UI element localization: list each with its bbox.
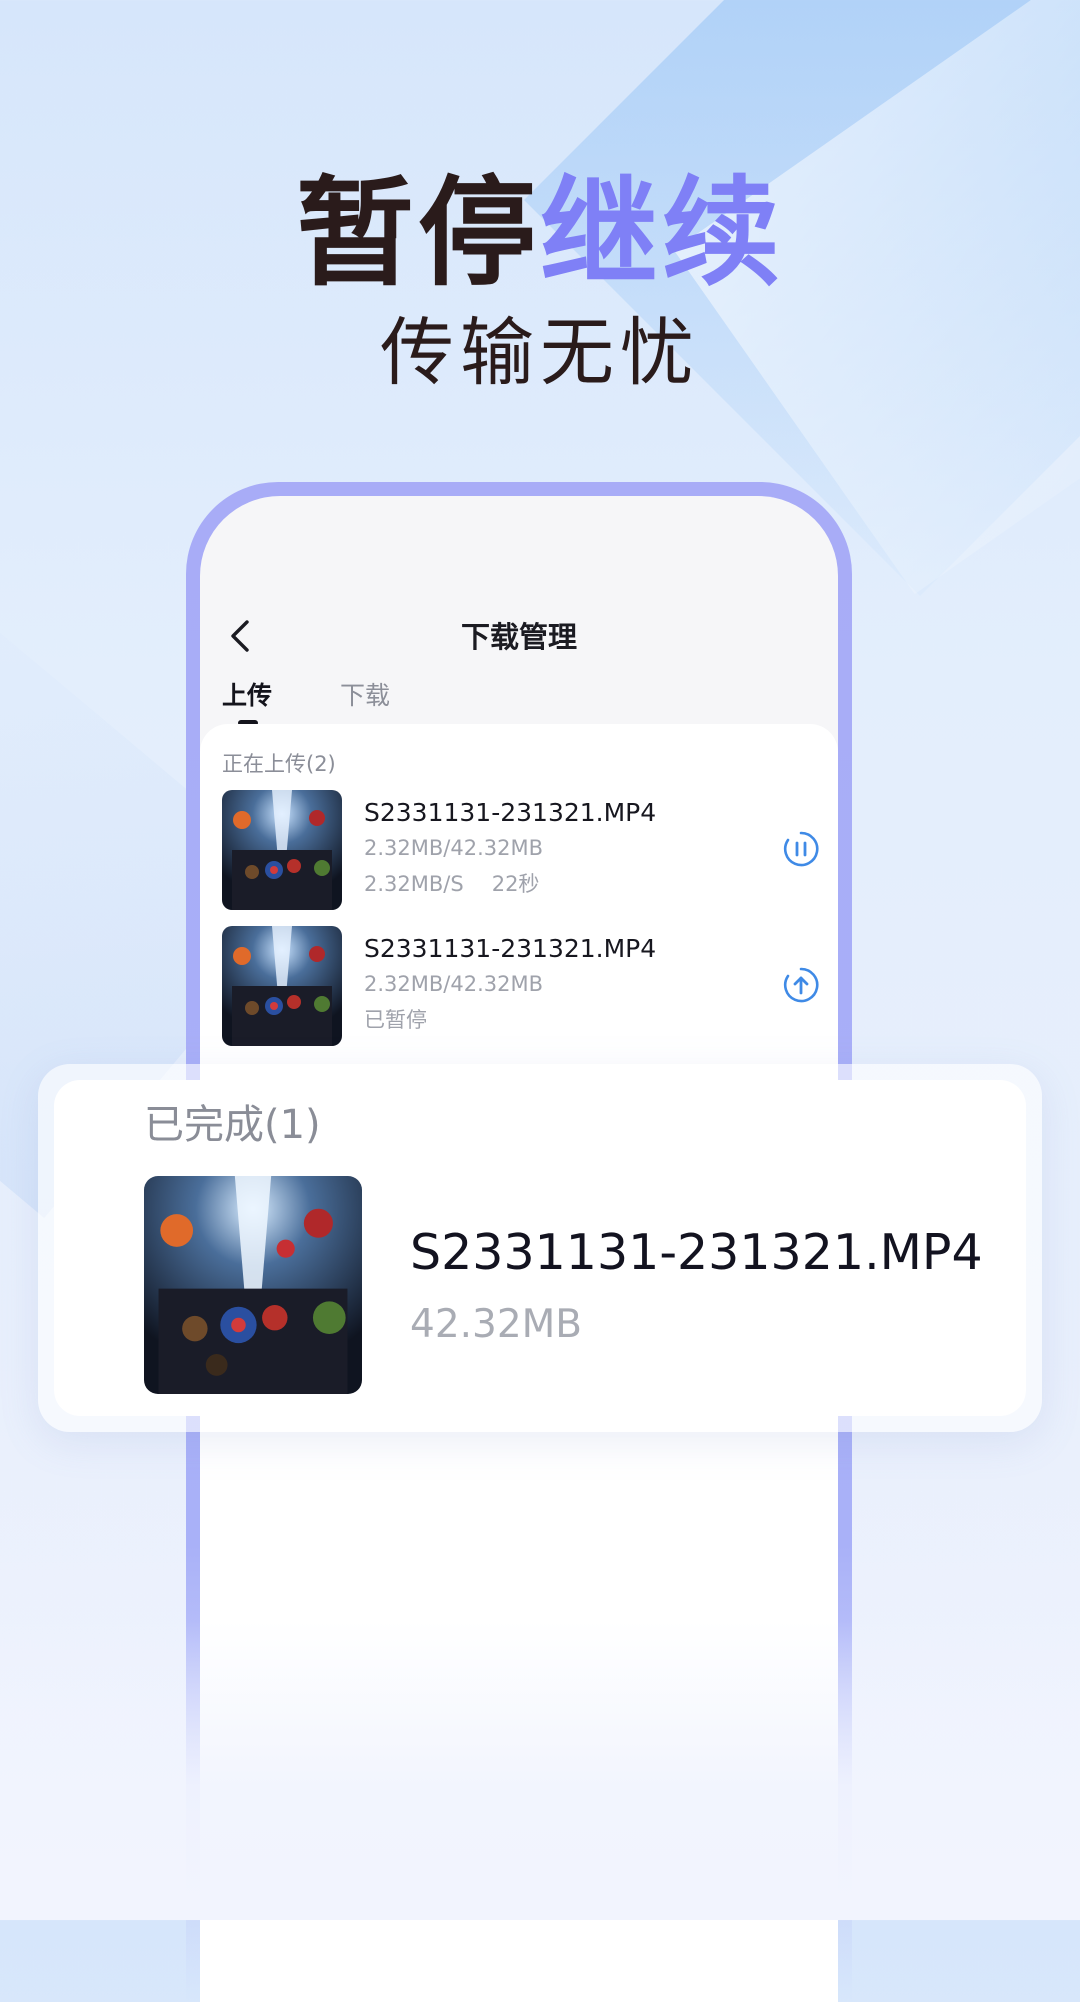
uploading-section-label: 正在上传(2)	[222, 752, 336, 776]
transfer-status: 已暂停	[364, 1008, 427, 1032]
transfer-info: 2.32MB/S 22秒	[364, 868, 539, 898]
headline-accent: 继续	[540, 164, 785, 302]
tab-download[interactable]: 下载	[340, 676, 390, 712]
bottom-fade	[0, 1620, 1080, 1920]
file-name: S2331131-231321.MP4	[364, 934, 657, 963]
video-thumbnail	[222, 926, 342, 1046]
time-remaining: 22秒	[491, 872, 540, 896]
headline-dark: 暂停	[295, 164, 540, 302]
transfer-speed: 2.32MB/S	[364, 872, 464, 896]
page-title: 下载管理	[460, 620, 577, 654]
resume-upload-button[interactable]	[782, 966, 820, 1004]
video-thumbnail[interactable]	[144, 1176, 362, 1394]
list-item[interactable]: S2331131-231321.MP4 2.32MB/42.32MB 已暂停	[222, 926, 824, 1046]
tab-upload[interactable]: 上传	[222, 676, 272, 712]
file-name: S2331131-231321.MP4	[410, 1224, 983, 1281]
file-progress: 2.32MB/42.32MB	[364, 972, 544, 996]
nav-bar: 下载管理	[200, 596, 838, 676]
file-progress: 2.32MB/42.32MB	[364, 836, 544, 860]
promo-headline: 暂停继续	[0, 168, 1080, 298]
completed-card-inner: 已完成(1) S2331131-231321.MP4 42.32MB	[54, 1080, 1026, 1416]
list-item[interactable]: S2331131-231321.MP4 2.32MB/42.32MB 2.32M…	[222, 790, 824, 910]
pause-button[interactable]	[782, 830, 820, 868]
completed-section-label: 已完成(1)	[144, 1102, 321, 1148]
promo-subheadline: 传输无忧	[380, 310, 700, 396]
file-name: S2331131-231321.MP4	[364, 798, 657, 827]
pause-icon	[783, 831, 819, 867]
completed-card: 已完成(1) S2331131-231321.MP4 42.32MB	[38, 1064, 1042, 1432]
video-thumbnail	[222, 790, 342, 910]
upload-icon	[783, 967, 819, 1003]
file-size: 42.32MB	[410, 1302, 583, 1347]
